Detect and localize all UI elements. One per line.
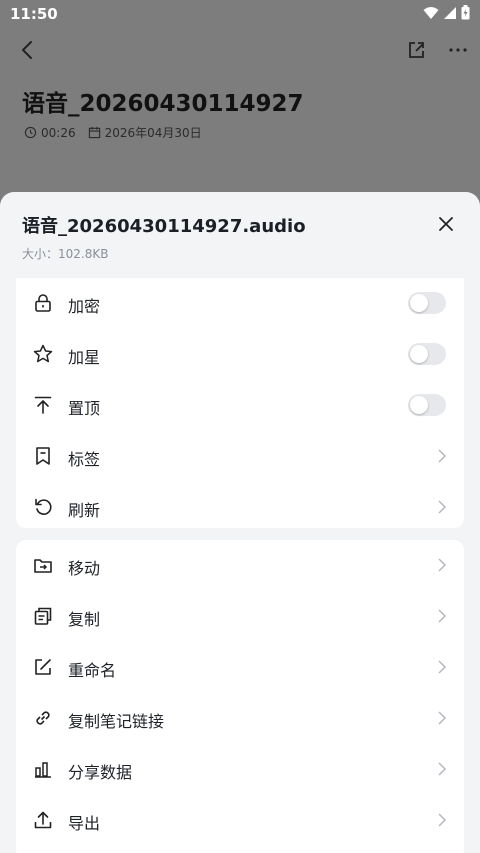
date-meta: 2026年04月30日	[88, 124, 202, 141]
option-tags[interactable]: 标签	[16, 431, 464, 482]
option-rename[interactable]: 重命名	[16, 642, 464, 693]
chevron-right-icon	[438, 762, 447, 776]
option-label: 置顶	[68, 399, 101, 418]
signal-icon	[444, 6, 456, 19]
option-label: 复制笔记链接	[68, 712, 165, 731]
option-label: 导出	[68, 814, 101, 833]
move-icon	[34, 559, 52, 573]
share-icon[interactable]	[404, 38, 428, 62]
status-icons	[423, 5, 470, 20]
copy-icon	[34, 607, 52, 625]
battery-icon	[461, 5, 470, 20]
close-icon[interactable]	[434, 212, 458, 236]
bar-chart-icon	[35, 762, 51, 778]
note-title: 语音_20260430114927	[22, 91, 304, 117]
option-pin-top[interactable]: 置顶	[16, 380, 464, 431]
star-icon	[33, 344, 53, 363]
option-label: 加密	[68, 297, 101, 316]
option-label: 标签	[68, 450, 101, 469]
option-star[interactable]: 加星	[16, 329, 464, 380]
chevron-right-icon	[438, 449, 447, 463]
option-label: 移动	[68, 559, 101, 578]
more-icon[interactable]	[446, 38, 470, 62]
star-toggle[interactable]	[408, 343, 446, 365]
toggle-knob	[410, 294, 428, 312]
pin-top-icon	[34, 396, 52, 414]
refresh-icon	[35, 498, 52, 515]
option-label: 分享数据	[68, 763, 133, 782]
calendar-icon	[88, 126, 100, 139]
option-label: 刷新	[68, 501, 101, 520]
link-icon	[36, 711, 50, 725]
bookmark-icon	[36, 447, 50, 465]
status-bar: 11:50	[0, 0, 480, 28]
option-copy-note-link[interactable]: 复制笔记链接	[16, 693, 464, 744]
chevron-right-icon	[438, 609, 447, 623]
export-icon	[34, 811, 52, 829]
pin-top-toggle[interactable]	[408, 394, 446, 416]
note-toolbar	[0, 28, 480, 72]
toggle-knob	[410, 396, 428, 414]
options-group-1: 加密 加星 置顶 标签 刷新	[16, 278, 464, 528]
chevron-right-icon	[438, 813, 447, 827]
toggle-knob	[410, 345, 428, 363]
rename-icon	[35, 659, 51, 675]
encrypt-toggle[interactable]	[408, 292, 446, 314]
chevron-right-icon	[438, 500, 447, 514]
option-encrypt[interactable]: 加密	[16, 278, 464, 329]
option-label: 复制	[68, 610, 101, 629]
wifi-icon	[423, 6, 439, 19]
option-move[interactable]: 移动	[16, 540, 464, 591]
note-duration: 00:26	[41, 125, 76, 140]
note-date: 2026年04月30日	[104, 126, 202, 140]
chevron-right-icon	[438, 660, 447, 674]
chevron-right-icon	[438, 558, 447, 572]
clock-icon	[24, 126, 37, 139]
option-export[interactable]: 导出	[16, 795, 464, 846]
option-refresh[interactable]: 刷新	[16, 482, 464, 533]
sheet-file-size: 大小：102.8KB	[22, 247, 109, 261]
note-meta: 00:26 2026年04月30日	[24, 124, 214, 141]
note-options-sheet: 语音_20260430114927.audio 大小：102.8KB 加密 加星…	[0, 192, 480, 853]
status-time: 11:50	[10, 5, 58, 23]
back-arrow-icon[interactable]	[16, 38, 40, 62]
duration-meta: 00:26	[24, 126, 76, 140]
lock-icon	[35, 294, 51, 312]
option-share-data[interactable]: 分享数据	[16, 744, 464, 795]
chevron-right-icon	[438, 711, 447, 725]
options-group-2: 移动 复制 重命名 复制笔记链接 分享数据 导出	[16, 540, 464, 853]
option-label: 重命名	[68, 661, 117, 680]
sheet-title: 语音_20260430114927.audio	[22, 216, 306, 237]
option-label: 加星	[68, 348, 101, 367]
option-copy[interactable]: 复制	[16, 591, 464, 642]
